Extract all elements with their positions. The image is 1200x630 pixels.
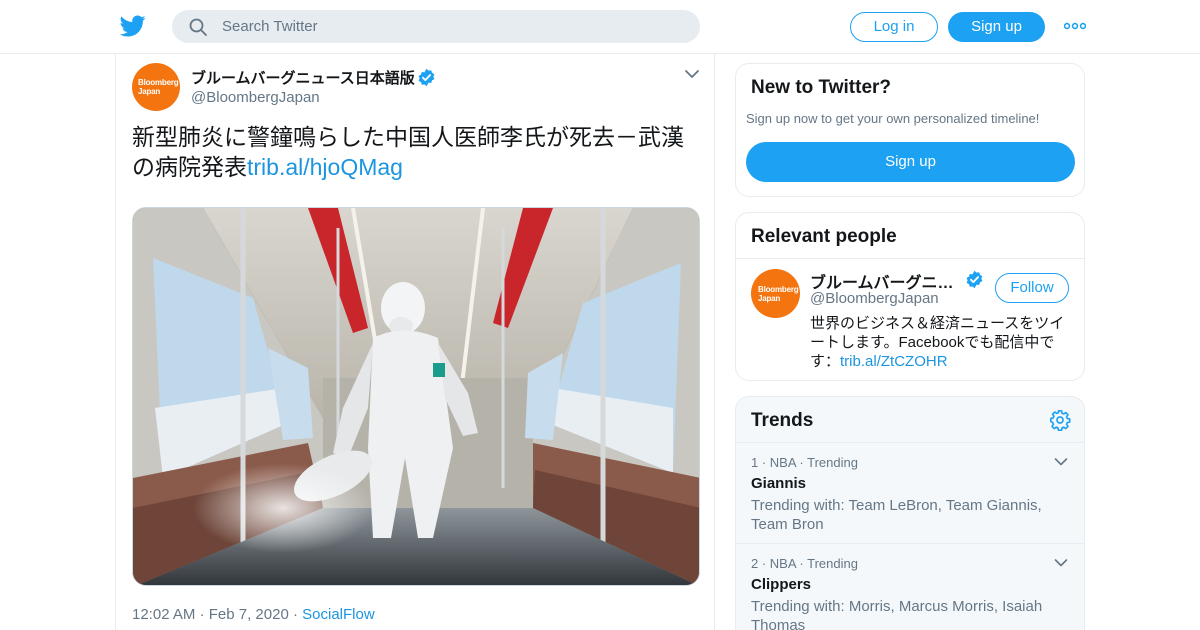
trend-related: Trending with: Team LeBron, Team Giannis… <box>751 497 1042 533</box>
tweet-text: 新型肺炎に警鐘鳴らした中国人医師李氏が死去－武漢の病院発表trib.al/hjo… <box>132 122 702 182</box>
top-navigation-bar: Log in Sign up <box>0 0 1200 54</box>
person-handle[interactable]: @BloombergJapan <box>810 290 939 307</box>
trend-name[interactable]: Clippers <box>751 576 811 593</box>
tweet-detail: Bloomberg Japan ブルームバーグニュース日本語版 @Bloombe… <box>115 54 715 630</box>
trend-meta: 2 · NBA · Trending <box>751 556 858 571</box>
tweet-photo[interactable] <box>132 207 700 586</box>
twitter-bird-icon[interactable] <box>120 13 146 39</box>
trend-item[interactable]: 2 · NBA · Trending Clippers Trending wit… <box>736 543 1084 630</box>
search-box <box>172 10 700 43</box>
gear-icon[interactable] <box>1049 409 1071 431</box>
avatar-logo-text: Bloomberg Japan <box>758 285 799 303</box>
divider <box>736 258 1084 259</box>
verified-badge-icon <box>418 68 435 87</box>
avatar-logo-text: Bloomberg Japan <box>138 78 179 96</box>
chevron-down-icon[interactable] <box>1054 457 1068 467</box>
tweet-time[interactable]: 12:02 AM <box>132 606 195 623</box>
card-title: New to Twitter? <box>751 77 892 98</box>
more-options-icon[interactable] <box>1064 20 1086 32</box>
tweet-source-link[interactable]: SocialFlow <box>302 606 375 623</box>
author-name[interactable]: ブルームバーグニュース日本語版 <box>191 67 415 88</box>
card-title: Trends <box>751 410 814 431</box>
author-handle[interactable]: @BloombergJapan <box>191 89 320 106</box>
tweet-metadata: 12:02 AM · Feb 7, 2020 · SocialFlow <box>132 606 375 623</box>
person-avatar[interactable]: Bloomberg Japan <box>751 269 800 318</box>
tweet-body: 新型肺炎に警鐘鳴らした中国人医師李氏が死去－武漢の病院発表 <box>132 124 684 180</box>
card-title: Relevant people <box>751 226 897 247</box>
chevron-down-icon[interactable] <box>684 68 700 80</box>
bio-link[interactable]: trib.al/ZtCZOHR <box>840 353 948 370</box>
signup-button[interactable]: Sign up <box>948 12 1045 42</box>
follow-button[interactable]: Follow <box>995 273 1069 303</box>
tweet-date[interactable]: Feb 7, 2020 <box>209 606 289 623</box>
login-button[interactable]: Log in <box>850 12 938 42</box>
tweet-link[interactable]: trib.al/hjoQMag <box>247 154 403 180</box>
signup-button[interactable]: Sign up <box>746 142 1075 182</box>
author-avatar[interactable]: Bloomberg Japan <box>132 63 180 111</box>
meta-separator: · <box>199 606 205 623</box>
trends-card: Trends 1 · NBA · Trending Giannis Trendi… <box>735 396 1085 630</box>
search-icon <box>189 18 207 36</box>
meta-separator: · <box>292 606 298 623</box>
relevant-people-card: Relevant people Bloomberg Japan ブルームバーグニ… <box>735 212 1085 381</box>
trend-item[interactable]: 1 · NBA · Trending Giannis Trending with… <box>736 442 1084 543</box>
trend-name[interactable]: Giannis <box>751 475 806 492</box>
chevron-down-icon[interactable] <box>1054 558 1068 568</box>
person-bio: 世界のビジネス＆経済ニュースをツイートします。Facebookでも配信中です：t… <box>810 314 1072 371</box>
new-to-twitter-card: New to Twitter? Sign up now to get your … <box>735 63 1085 197</box>
trend-related: Trending with: Morris, Marcus Morris, Is… <box>751 598 1043 630</box>
trend-meta: 1 · NBA · Trending <box>751 455 858 470</box>
verified-badge-icon <box>966 270 983 289</box>
subway-disinfection-photo <box>133 208 699 585</box>
card-subtitle: Sign up now to get your own personalized… <box>746 111 1040 126</box>
search-input[interactable] <box>222 10 682 43</box>
